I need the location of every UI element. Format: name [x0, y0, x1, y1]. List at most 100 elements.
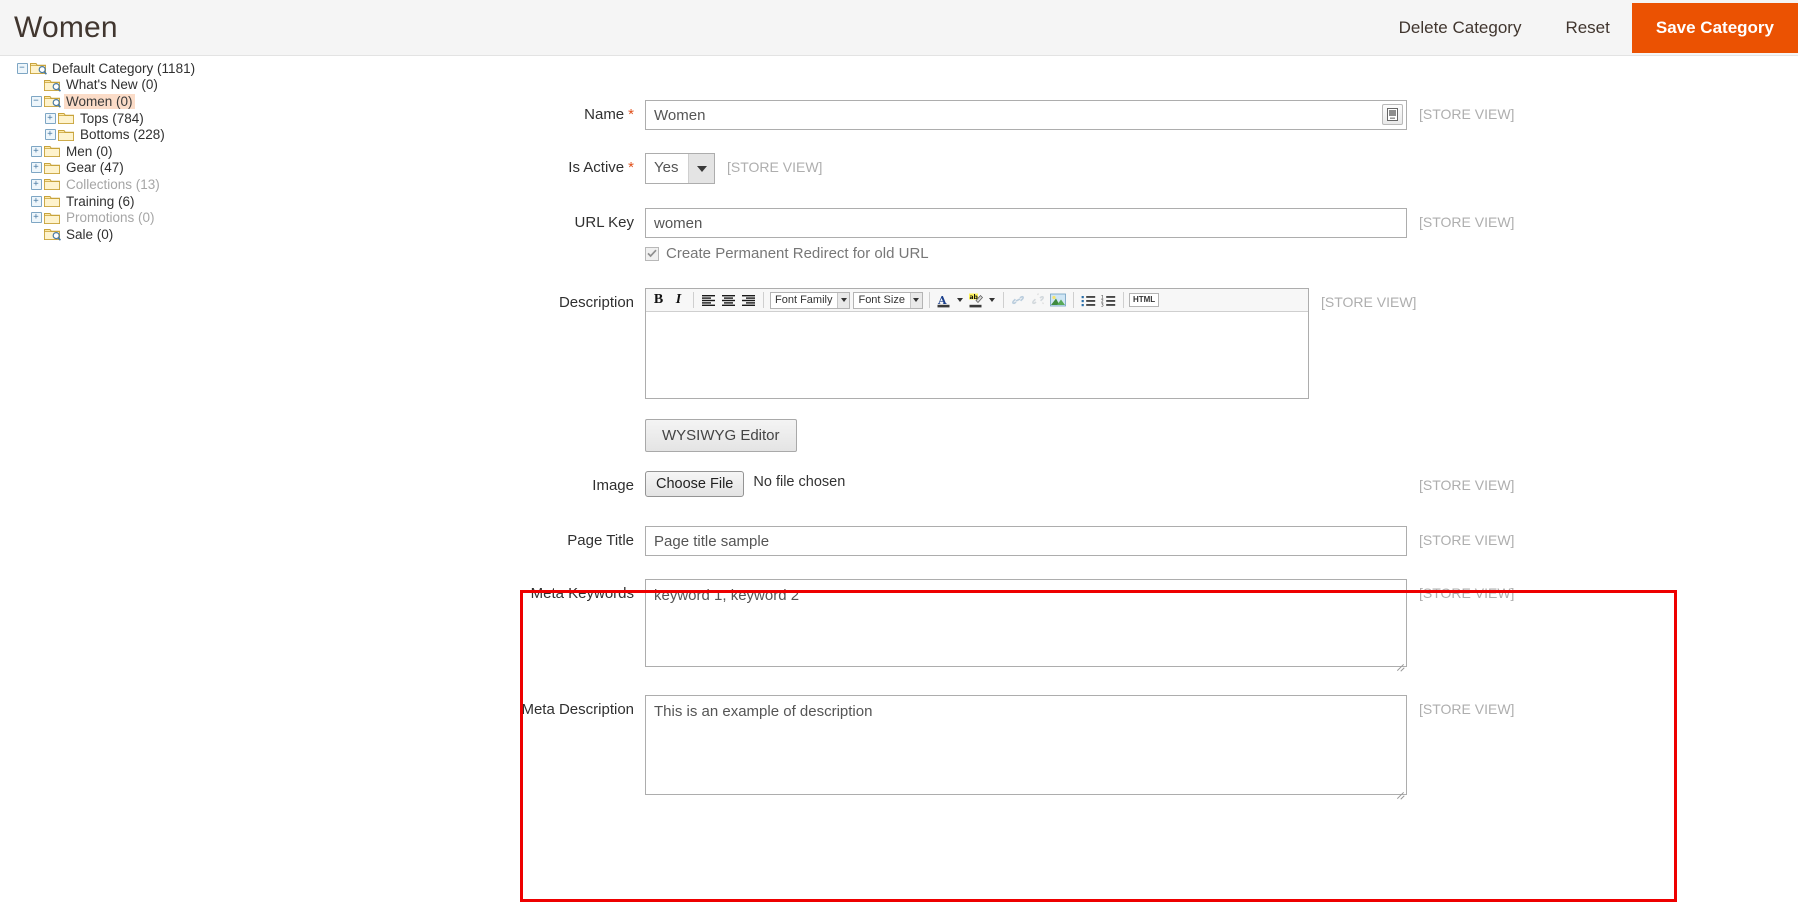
page-title: Women [14, 10, 118, 44]
name-required-marker: * [628, 106, 634, 123]
text-color-dropdown-icon[interactable] [955, 291, 966, 310]
html-source-icon[interactable]: HTML [1128, 293, 1160, 307]
folder-icon [30, 61, 47, 76]
tree-node-women-0[interactable]: Women (0) [0, 93, 430, 110]
meta-keywords-textarea[interactable] [645, 579, 1407, 667]
choose-file-button[interactable]: Choose File [645, 471, 745, 497]
create-redirect-checkbox[interactable] [645, 246, 659, 261]
insert-image-icon[interactable] [1049, 291, 1068, 310]
align-center-icon[interactable] [719, 291, 738, 310]
font-family-select[interactable]: Font Family [770, 291, 851, 309]
page-title-input[interactable] [645, 526, 1407, 556]
page-title-control [645, 526, 1407, 556]
align-right-icon[interactable] [739, 291, 758, 310]
background-color-dropdown-icon[interactable] [987, 291, 998, 310]
bold-icon[interactable]: B [649, 291, 668, 310]
page-title-label: Page Title [567, 532, 634, 549]
page-header: Women Delete Category Reset Save Categor… [0, 0, 1798, 56]
file-status-text: No file chosen [753, 474, 846, 490]
tree-node-promotions-0[interactable]: Promotions (0) [0, 209, 430, 226]
meta-keywords-control [645, 579, 1407, 672]
collapse-icon[interactable] [28, 93, 44, 109]
folder-icon [44, 211, 61, 225]
toolbar-separator [693, 292, 694, 308]
page-title-scope-note: [STORE VIEW] [1419, 532, 1515, 548]
folder-icon [44, 194, 61, 208]
wysiwyg-editor[interactable]: B I Font Family Font Size Aab 1 2 3 HTML [645, 288, 1309, 399]
expand-icon[interactable] [28, 143, 44, 159]
name-input[interactable] [645, 100, 1407, 130]
folder-icon [44, 177, 61, 191]
image-control: Choose File No file chosen [645, 471, 1407, 497]
tree-node-what-s-new-0[interactable]: What's New (0) [0, 77, 430, 94]
chevron-down-icon [909, 292, 922, 308]
text-color-icon[interactable]: A [935, 291, 954, 310]
tree-node-sale-0[interactable]: Sale (0) [0, 226, 430, 243]
url-key-scope-note: [STORE VIEW] [1419, 214, 1515, 230]
font-family-select-label: Font Family [775, 294, 833, 306]
field-row-image: Image Choose File No file chosen [STORE … [430, 471, 1514, 497]
tree-node-label: Men (0) [66, 143, 113, 159]
collapse-icon[interactable] [14, 60, 30, 76]
tree-node-label: Women (0) [64, 93, 135, 109]
create-redirect-label: Create Permanent Redirect for old URL [666, 245, 929, 262]
field-row-meta-keywords: Meta Keywords [STORE VIEW] [430, 579, 1514, 672]
is-active-select[interactable]: Yes [645, 153, 715, 184]
tree-node-tops-784[interactable]: Tops (784) [0, 110, 430, 127]
tree-node-label: Sale (0) [66, 226, 114, 242]
wysiwyg-toolbar[interactable]: B I Font Family Font Size Aab 1 2 3 HTML [646, 289, 1308, 312]
tree-node-label: Collections (13) [66, 176, 160, 192]
store-switch-icon[interactable] [1382, 104, 1403, 125]
insert-link-icon[interactable] [1009, 291, 1028, 310]
folder-icon [44, 161, 61, 175]
expand-icon[interactable] [28, 210, 44, 226]
meta-description-scope-note: [STORE VIEW] [1419, 701, 1515, 717]
font-size-select[interactable]: Font Size [853, 291, 923, 309]
delete-category-button[interactable]: Delete Category [1377, 0, 1544, 56]
description-label: Description [558, 294, 634, 311]
tree-node-training-6[interactable]: Training (6) [0, 193, 430, 210]
folder-icon [44, 144, 61, 158]
save-category-button[interactable]: Save Category [1631, 2, 1798, 53]
bullet-list-icon[interactable] [1079, 291, 1098, 310]
meta-keywords-scope-note: [STORE VIEW] [1419, 585, 1515, 601]
meta-keywords-label: Meta Keywords [530, 585, 634, 602]
wysiwyg-editor-button[interactable]: WYSIWYG Editor [645, 419, 797, 452]
expand-icon[interactable] [42, 127, 58, 143]
expand-icon[interactable] [28, 193, 44, 209]
header-actions: Delete Category Reset Save Category [1377, 0, 1798, 55]
tree-node-collections-13[interactable]: Collections (13) [0, 176, 430, 193]
field-row-name: Name* [STORE VIEW] [430, 100, 1514, 130]
background-color-icon[interactable]: ab [967, 291, 986, 310]
create-redirect-row[interactable]: Create Permanent Redirect for old URL [645, 245, 1407, 262]
category-tree[interactable]: Default Category (1181)What's New (0)Wom… [0, 56, 430, 243]
description-textarea[interactable] [646, 312, 1308, 398]
expand-icon[interactable] [28, 160, 44, 176]
field-row-page-title: Page Title [STORE VIEW] [430, 526, 1514, 556]
expand-icon[interactable] [42, 110, 58, 126]
tree-node-label: Default Category (1181) [52, 60, 196, 76]
tree-node-bottoms-228[interactable]: Bottoms (228) [0, 126, 430, 143]
reset-button[interactable]: Reset [1543, 0, 1631, 56]
toolbar-separator [928, 292, 930, 308]
svg-text:3: 3 [1101, 303, 1104, 307]
tree-node-label: Training (6) [66, 193, 135, 209]
is-active-control: Yes [645, 153, 715, 184]
toolbar-separator [1002, 292, 1004, 308]
align-left-icon[interactable] [699, 291, 718, 310]
tree-node-label: Gear (47) [66, 160, 124, 176]
italic-icon[interactable]: I [669, 291, 688, 310]
is-active-scope-note: [STORE VIEW] [727, 159, 823, 175]
meta-description-control [645, 695, 1407, 800]
url-key-input[interactable] [645, 208, 1407, 238]
expand-icon[interactable] [28, 176, 44, 192]
tree-node-default-category-1181[interactable]: Default Category (1181) [0, 60, 430, 77]
tree-node-men-0[interactable]: Men (0) [0, 143, 430, 160]
unlink-icon[interactable] [1029, 291, 1048, 310]
numbered-list-icon[interactable]: 123 [1099, 291, 1118, 310]
name-label: Name * [430, 100, 645, 123]
field-row-description: Description B I Font Family Font Size Aab 1 2 3… [430, 288, 1416, 452]
meta-description-textarea[interactable] [645, 695, 1407, 795]
tree-node-gear-47[interactable]: Gear (47) [0, 160, 430, 177]
